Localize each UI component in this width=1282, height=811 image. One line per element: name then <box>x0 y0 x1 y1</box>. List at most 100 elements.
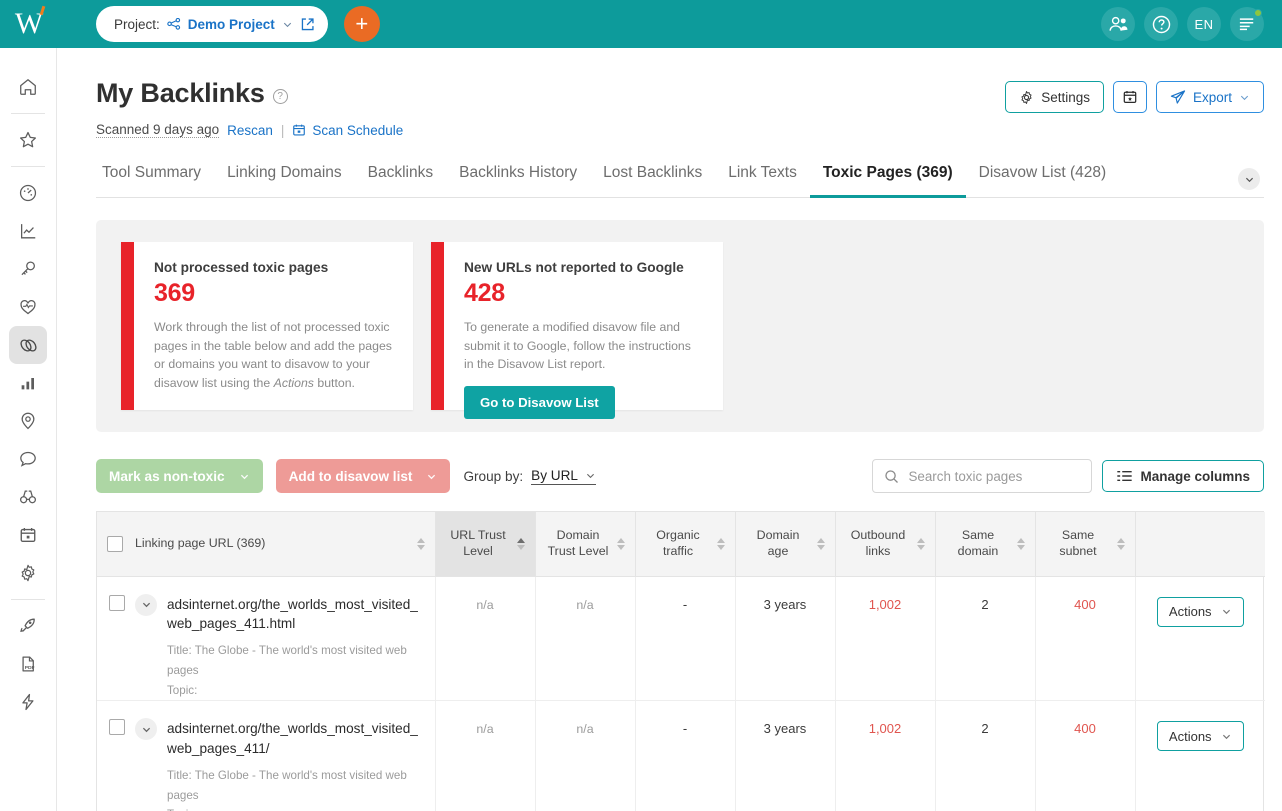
sidebar-item-local-seo[interactable] <box>9 402 47 440</box>
sort-icon[interactable] <box>816 537 825 550</box>
menu-button[interactable] <box>1230 7 1264 41</box>
tab-lost-backlinks[interactable]: Lost Backlinks <box>590 164 715 198</box>
select-all-checkbox[interactable] <box>107 535 123 552</box>
logo-letter: W <box>14 7 43 40</box>
settings-button-label: Settings <box>1041 89 1090 105</box>
toxic-pages-table: Linking page URL (369) URL Trust Level D… <box>96 511 1265 811</box>
tab-link-texts[interactable]: Link Texts <box>715 164 810 198</box>
external-link-icon[interactable] <box>300 17 315 32</box>
chevron-down-icon[interactable] <box>282 19 293 30</box>
group-by-select[interactable]: By URL <box>531 468 596 485</box>
expand-row-chevron-icon[interactable] <box>135 718 157 741</box>
settings-button[interactable]: Settings <box>1005 81 1104 113</box>
tabs-overflow-chevron-icon[interactable] <box>1238 168 1260 190</box>
tab-linking-domains[interactable]: Linking Domains <box>214 164 355 198</box>
sidebar-item-competitors[interactable] <box>9 478 47 516</box>
add-to-disavow-list-button[interactable]: Add to disavow list <box>275 459 451 493</box>
column-label: Linking page URL (369) <box>135 535 266 550</box>
cell-domain-trust-level: n/a <box>535 576 636 702</box>
subline-divider: | <box>280 122 285 138</box>
sort-icon[interactable] <box>1016 537 1025 550</box>
sidebar-item-home[interactable] <box>9 68 47 106</box>
row-url[interactable]: adsinternet.org/the_worlds_most_visited_… <box>167 721 418 755</box>
sidebar-item-keyword-research[interactable] <box>9 250 47 288</box>
scan-schedule-link[interactable]: Scan Schedule <box>292 123 403 138</box>
sidebar-item-quick-actions[interactable] <box>9 683 47 721</box>
expand-row-chevron-icon[interactable] <box>135 593 157 616</box>
cell-actions: Actions <box>1135 700 1265 811</box>
value: 1,002 <box>868 721 902 737</box>
sidebar-item-backlinks[interactable] <box>9 326 47 364</box>
search-toxic-pages-box[interactable] <box>872 459 1093 493</box>
column-linking-page-url[interactable]: Linking page URL (369) <box>97 512 436 577</box>
calendar-button[interactable] <box>1112 81 1147 113</box>
row-actions-button[interactable]: Actions <box>1156 721 1244 752</box>
row-actions-button[interactable]: Actions <box>1156 596 1244 627</box>
cell-organic-traffic: - <box>635 576 736 702</box>
value: 2 <box>981 596 989 612</box>
sidebar-item-schedule[interactable] <box>9 516 47 554</box>
mark-as-non-toxic-button[interactable]: Mark as non-toxic <box>96 459 263 493</box>
tab-disavow-list[interactable]: Disavow List (428) <box>966 164 1120 198</box>
cell-outbound-links: 1,002 <box>835 700 936 811</box>
export-button[interactable]: Export <box>1155 81 1264 113</box>
language-button[interactable]: EN <box>1187 7 1221 41</box>
column-same-subnet[interactable]: Same subnet <box>1035 512 1136 577</box>
value: n/a <box>476 722 494 737</box>
tab-backlinks[interactable]: Backlinks <box>355 164 446 198</box>
sort-icon[interactable] <box>516 537 525 550</box>
tab-tool-summary[interactable]: Tool Summary <box>96 164 214 198</box>
row-actions-label: Actions <box>1168 728 1212 744</box>
sort-icon[interactable] <box>416 537 425 550</box>
sidebar-item-favorites[interactable] <box>9 121 47 159</box>
chevron-down-icon <box>426 471 437 482</box>
project-selector[interactable]: Project: Demo Project <box>96 6 328 42</box>
sort-icon[interactable] <box>1116 537 1125 550</box>
toolbar-right-group: Manage columns <box>872 459 1264 493</box>
team-users-button[interactable] <box>1101 7 1135 41</box>
sidebar-item-pdf-reports[interactable]: PDF <box>9 645 47 683</box>
sidebar-item-settings[interactable] <box>9 554 47 592</box>
column-url-trust-level[interactable]: URL Trust Level <box>435 512 536 577</box>
chevron-down-icon <box>585 470 596 481</box>
sort-icon[interactable] <box>616 537 625 550</box>
sidebar-item-site-health[interactable] <box>9 288 47 326</box>
sidebar-item-boost[interactable] <box>9 607 47 645</box>
column-organic-traffic[interactable]: Organic traffic <box>635 512 736 577</box>
scan-schedule-label: Scan Schedule <box>312 122 404 138</box>
row-checkbox[interactable] <box>109 594 125 611</box>
page-header: My Backlinks ? Settings Export <box>96 78 1264 113</box>
go-to-disavow-list-button[interactable]: Go to Disavow List <box>464 386 615 420</box>
sidebar-item-site-audit[interactable] <box>9 174 47 212</box>
sidebar-item-analytics[interactable] <box>9 364 47 402</box>
add-new-button[interactable]: + <box>343 6 380 42</box>
manage-columns-button[interactable]: Manage columns <box>1102 460 1264 492</box>
column-domain-age[interactable]: Domain age <box>735 512 836 577</box>
app-logo[interactable]: W <box>0 0 57 48</box>
column-same-domain[interactable]: Same domain <box>935 512 1036 577</box>
row-url[interactable]: adsinternet.org/the_worlds_most_visited_… <box>167 597 418 631</box>
sort-icon[interactable] <box>916 537 925 550</box>
cell-domain-age: 3 years <box>735 700 836 811</box>
card-description-emphasis: Actions <box>273 376 314 391</box>
sidebar-item-social[interactable] <box>9 440 47 478</box>
group-by-control: Group by: By URL <box>463 468 596 485</box>
help-button[interactable] <box>1144 7 1178 41</box>
tab-backlinks-history[interactable]: Backlinks History <box>446 164 590 198</box>
search-input[interactable] <box>908 468 1081 484</box>
chevron-down-icon <box>239 471 250 482</box>
cell-same-domain: 2 <box>935 576 1036 702</box>
column-domain-trust-level[interactable]: Domain Trust Level <box>535 512 636 577</box>
page-help-icon[interactable]: ? <box>272 89 288 104</box>
column-outbound-links[interactable]: Outbound links <box>835 512 936 577</box>
row-checkbox[interactable] <box>109 719 125 736</box>
sidebar-item-rank-tracker[interactable] <box>9 212 47 250</box>
sort-icon[interactable] <box>716 537 725 550</box>
column-label: Same domain <box>957 527 999 558</box>
rescan-link[interactable]: Rescan <box>227 123 273 138</box>
send-plane-icon <box>1170 89 1186 105</box>
tab-toxic-pages[interactable]: Toxic Pages (369) <box>809 164 966 198</box>
card-accent-stripe <box>121 242 134 410</box>
manage-columns-label: Manage columns <box>1140 468 1250 484</box>
columns-list-icon <box>1116 469 1133 483</box>
